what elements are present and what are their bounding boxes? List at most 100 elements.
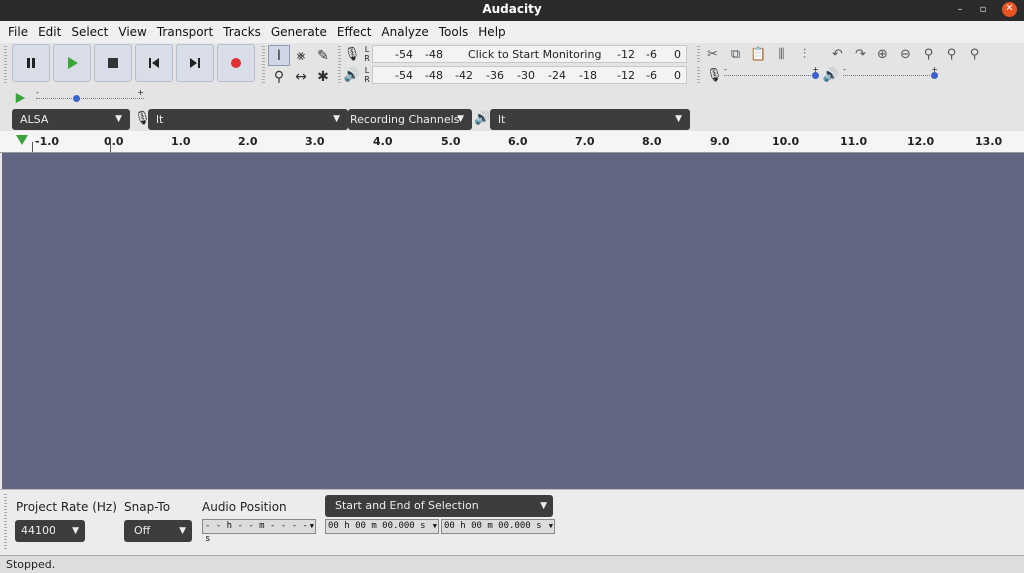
menu-edit[interactable]: Edit [33,21,66,43]
skip-to-start-button[interactable] [135,44,173,82]
menu-tracks[interactable]: Tracks [218,21,266,43]
stop-button[interactable] [94,44,132,82]
silence-icon: ⫶ [802,46,807,62]
meter-tick: -42 [455,69,473,82]
recording-meter-scale[interactable]: -54 -48 Click to Start Monitoring -12 -6… [372,45,687,63]
selection-mode-dropdown[interactable]: Start and End of Selection ▼ [325,495,553,517]
playback-meter-scale[interactable]: -54 -48 -42 -36 -30 -24 -18 -12 -6 0 [372,66,687,84]
channel-l-label: L [364,66,370,75]
recording-channels-value: Recording Channels [350,113,460,126]
selection-start-field[interactable]: 00 h 00 m 00.000 s ▼ [325,519,439,534]
toolbar-grip[interactable] [4,46,7,84]
playback-volume-slider[interactable]: - + [843,65,938,81]
close-button[interactable]: ✕ [1002,2,1017,17]
menu-generate[interactable]: Generate [266,21,332,43]
trim-button[interactable]: ⫼ [771,44,792,64]
project-rate-dropdown[interactable]: 44100 ▼ [15,520,85,542]
speaker-icon[interactable]: 🔊 [342,68,362,83]
cut-button[interactable]: ✂ [702,44,723,64]
record-button[interactable] [217,44,255,82]
snap-to-dropdown[interactable]: Off ▼ [124,520,192,542]
pencil-icon: ✎ [317,47,329,64]
selection-tool[interactable]: Ⅰ [268,45,290,66]
slider-max-label: + [137,88,144,97]
menu-transport[interactable]: Transport [152,21,218,43]
toolbar-grip[interactable] [697,46,700,63]
minimize-button[interactable]: – [953,3,967,17]
speaker-icon: 🔊 [822,67,840,83]
ruler-tick-label: 8.0 [642,135,662,148]
toolbar-grip[interactable] [262,46,265,84]
pause-button[interactable] [12,44,50,82]
copy-button[interactable]: ⧉ [725,44,746,64]
microphone-icon[interactable]: 🎙 [342,47,362,62]
playback-device-dropdown[interactable]: lt ▼ [490,109,690,130]
recording-channels-dropdown[interactable]: Recording Channels ▼ [348,109,472,130]
skip-end-icon [190,58,200,68]
selection-end-field[interactable]: 00 h 00 m 00.000 s ▼ [441,519,555,534]
ruler-tick-label: 9.0 [710,135,730,148]
track-panel[interactable] [2,153,1024,489]
asterisk-icon: ✱ [317,68,329,85]
menu-tools[interactable]: Tools [434,21,474,43]
click-to-start-monitoring[interactable]: Click to Start Monitoring [466,48,604,61]
tools-toolbar: Ⅰ ⨳ ✎ ⚲ ↔ ✱ [268,45,334,87]
snap-to-label: Snap-To [124,500,171,514]
toolbar-grip[interactable] [4,494,7,550]
zoom-in-button[interactable]: ⊕ [872,44,893,64]
menu-file[interactable]: File [3,21,33,43]
recording-device-dropdown[interactable]: lt ▼ [148,109,348,130]
menu-analyze[interactable]: Analyze [376,21,433,43]
copy-icon: ⧉ [730,46,741,62]
redo-button[interactable]: ↷ [850,44,871,64]
draw-tool[interactable]: ✎ [312,45,334,66]
dropdown-arrow-icon: ▼ [309,522,314,530]
zoom-toggle-button[interactable]: ⚲ [964,44,985,64]
menu-select[interactable]: Select [66,21,113,43]
zoom-in-icon: ⊕ [877,46,888,62]
slider-thumb[interactable] [931,72,938,79]
time-shift-tool[interactable]: ↔ [290,66,312,87]
play-button[interactable] [53,44,91,82]
audio-position-field[interactable]: - - h - - m - - - - s ▼ [202,519,316,544]
selection-start-value: 00 h 00 m 00.000 s [328,521,426,531]
slider-thumb[interactable] [812,72,819,79]
ruler-mark [110,138,111,152]
skip-to-end-button[interactable] [176,44,214,82]
menu-view[interactable]: View [113,21,151,43]
audio-host-dropdown[interactable]: ALSA ▼ [12,109,130,130]
silence-button[interactable]: ⫶ [794,44,815,64]
multi-tool[interactable]: ✱ [312,66,334,87]
fit-project-button[interactable]: ⚲ [941,44,962,64]
meter-tick: -48 [425,69,443,82]
window-title: Audacity [482,2,542,16]
recording-volume-slider[interactable]: - + [724,65,819,81]
play-head-icon [16,135,28,145]
toolbar-grip[interactable] [697,67,700,84]
skip-start-icon [149,58,159,68]
toolbar-grip[interactable] [338,46,341,84]
channel-r-label: R [364,54,370,63]
menu-help[interactable]: Help [473,21,510,43]
undo-button[interactable]: ↶ [827,44,848,64]
timeline-ruler[interactable]: -1.0 0.0 1.0 2.0 3.0 4.0 5.0 6.0 7.0 8.0… [0,131,1024,153]
stop-icon [108,58,118,68]
fit-project-icon: ⚲ [946,46,957,62]
snap-to-value: Off [134,524,151,537]
envelope-icon: ⨳ [296,47,306,64]
recording-device-value: lt [156,113,164,126]
envelope-tool[interactable]: ⨳ [290,45,312,66]
maximize-button[interactable]: ▫ [976,3,990,17]
zoom-out-button[interactable]: ⊖ [895,44,916,64]
fit-selection-button[interactable]: ⚲ [918,44,939,64]
zoom-tool[interactable]: ⚲ [268,66,290,87]
play-at-speed-button[interactable] [10,92,30,104]
record-icon [231,58,241,68]
menu-effect[interactable]: Effect [332,21,377,43]
meter-tick: -54 [395,48,413,61]
slider-thumb[interactable] [73,95,80,102]
play-speed-slider[interactable]: - + [36,88,144,104]
paste-button[interactable]: 📋 [748,44,769,64]
speaker-icon: 🔊 [474,111,491,126]
scissors-icon: ✂ [707,46,718,62]
